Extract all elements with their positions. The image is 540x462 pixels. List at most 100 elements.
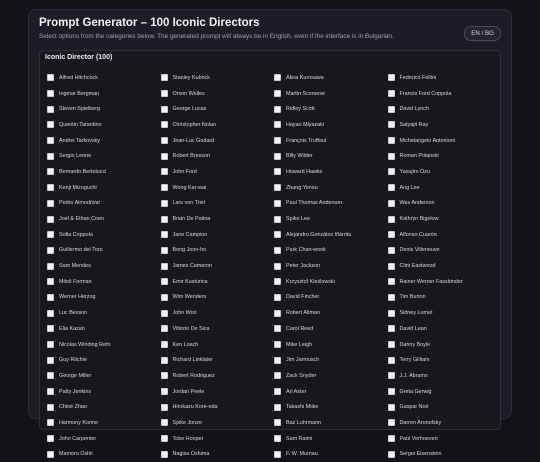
director-option[interactable]: Ari Aster	[274, 384, 388, 400]
checkbox[interactable]	[388, 310, 395, 317]
checkbox[interactable]	[47, 90, 54, 97]
director-option[interactable]: Alejandro González Iñárritu	[274, 227, 388, 243]
checkbox[interactable]	[388, 184, 395, 191]
director-option[interactable]: Howard Hawks	[274, 164, 388, 180]
director-option[interactable]: Akira Kurosawa	[274, 70, 388, 86]
checkbox[interactable]	[274, 388, 281, 395]
checkbox[interactable]	[274, 451, 281, 458]
director-option[interactable]: Federico Fellini	[388, 70, 502, 86]
checkbox[interactable]	[161, 263, 168, 270]
checkbox[interactable]	[388, 278, 395, 285]
checkbox[interactable]	[47, 341, 54, 348]
director-option[interactable]: Sergio Leone	[47, 148, 161, 164]
director-option[interactable]: Spike Lee	[274, 211, 388, 227]
director-option[interactable]: Sergei Eisenstein	[388, 447, 502, 462]
director-option[interactable]: Lars von Trier	[161, 196, 275, 212]
checkbox[interactable]	[47, 419, 54, 426]
director-option[interactable]: Hayao Miyazaki	[274, 117, 388, 133]
checkbox[interactable]	[47, 451, 54, 458]
director-option[interactable]: Krzysztof Kieślowski	[274, 274, 388, 290]
director-option[interactable]: Kathryn Bigelow	[388, 211, 502, 227]
director-option[interactable]: Michelangelo Antonioni	[388, 133, 502, 149]
checkbox[interactable]	[161, 341, 168, 348]
director-option[interactable]: Patty Jenkins	[47, 384, 161, 400]
checkbox[interactable]	[161, 168, 168, 175]
director-option[interactable]: Bong Joon-ho	[161, 243, 275, 259]
checkbox[interactable]	[388, 325, 395, 332]
director-option[interactable]: Richard Linklater	[161, 352, 275, 368]
checkbox[interactable]	[47, 294, 54, 301]
director-option[interactable]: Baz Luhrmann	[274, 415, 388, 431]
director-option[interactable]: Steven Spielberg	[47, 101, 161, 117]
director-option[interactable]: Emir Kusturica	[161, 274, 275, 290]
checkbox[interactable]	[161, 310, 168, 317]
director-option[interactable]: Andrei Tarkovsky	[47, 133, 161, 149]
director-option[interactable]: Mamoru Oshii	[47, 447, 161, 462]
director-option[interactable]: David Lean	[388, 321, 502, 337]
director-option[interactable]: Billy Wilder	[274, 148, 388, 164]
director-option[interactable]: Park Chan-wook	[274, 243, 388, 259]
director-option[interactable]: Zhang Yimou	[274, 180, 388, 196]
checkbox[interactable]	[388, 435, 395, 442]
director-option[interactable]: Jordan Peele	[161, 384, 275, 400]
director-option[interactable]: Sam Raimi	[274, 431, 388, 447]
checkbox[interactable]	[161, 90, 168, 97]
checkbox[interactable]	[274, 294, 281, 301]
director-option[interactable]: Danny Boyle	[388, 337, 502, 353]
director-option[interactable]: Robert Rodriguez	[161, 368, 275, 384]
checkbox[interactable]	[47, 310, 54, 317]
checkbox[interactable]	[47, 231, 54, 238]
checkbox[interactable]	[388, 294, 395, 301]
director-option[interactable]: Guy Ritchie	[47, 352, 161, 368]
checkbox[interactable]	[388, 168, 395, 175]
director-option[interactable]: John Carpenter	[47, 431, 161, 447]
checkbox[interactable]	[47, 278, 54, 285]
director-option[interactable]: Wes Anderson	[388, 196, 502, 212]
checkbox[interactable]	[161, 435, 168, 442]
director-option[interactable]: Nagisa Oshima	[161, 447, 275, 462]
director-option[interactable]: Christopher Nolan	[161, 117, 275, 133]
director-option[interactable]: Alfred Hitchcock	[47, 70, 161, 86]
checkbox[interactable]	[274, 74, 281, 81]
checkbox[interactable]	[161, 216, 168, 223]
director-option[interactable]: Ken Loach	[161, 337, 275, 353]
director-option[interactable]: Pedro Almodóvar	[47, 196, 161, 212]
checkbox[interactable]	[47, 247, 54, 254]
director-option[interactable]: Jim Jarmusch	[274, 352, 388, 368]
director-option[interactable]: David Lynch	[388, 101, 502, 117]
checkbox[interactable]	[388, 137, 395, 144]
director-option[interactable]: Paul Thomas Anderson	[274, 196, 388, 212]
director-option[interactable]: Werner Herzog	[47, 290, 161, 306]
checkbox[interactable]	[388, 247, 395, 254]
director-option[interactable]: Robert Bresson	[161, 148, 275, 164]
director-option[interactable]: Jane Campion	[161, 227, 275, 243]
language-toggle-button[interactable]: EN / BG	[464, 26, 501, 41]
checkbox[interactable]	[388, 106, 395, 113]
director-option[interactable]: Joel & Ethan Coen	[47, 211, 161, 227]
checkbox[interactable]	[161, 247, 168, 254]
director-option[interactable]: Spike Jonze	[161, 415, 275, 431]
checkbox[interactable]	[388, 263, 395, 270]
checkbox[interactable]	[274, 90, 281, 97]
checkbox[interactable]	[274, 200, 281, 207]
checkbox[interactable]	[274, 216, 281, 223]
checkbox[interactable]	[274, 325, 281, 332]
director-option[interactable]: Zack Snyder	[274, 368, 388, 384]
checkbox[interactable]	[161, 231, 168, 238]
checkbox[interactable]	[274, 310, 281, 317]
director-option[interactable]: Chloé Zhao	[47, 399, 161, 415]
director-option[interactable]: Orson Welles	[161, 86, 275, 102]
checkbox[interactable]	[47, 137, 54, 144]
checkbox[interactable]	[274, 263, 281, 270]
checkbox[interactable]	[274, 341, 281, 348]
checkbox[interactable]	[274, 153, 281, 160]
director-option[interactable]: Ang Lee	[388, 180, 502, 196]
director-option[interactable]: Brian De Palma	[161, 211, 275, 227]
director-option[interactable]: John Woo	[161, 305, 275, 321]
checkbox[interactable]	[47, 325, 54, 332]
checkbox[interactable]	[47, 106, 54, 113]
checkbox[interactable]	[161, 294, 168, 301]
director-option[interactable]: Guillermo del Toro	[47, 243, 161, 259]
director-option[interactable]: Tim Burton	[388, 290, 502, 306]
checkbox[interactable]	[161, 451, 168, 458]
